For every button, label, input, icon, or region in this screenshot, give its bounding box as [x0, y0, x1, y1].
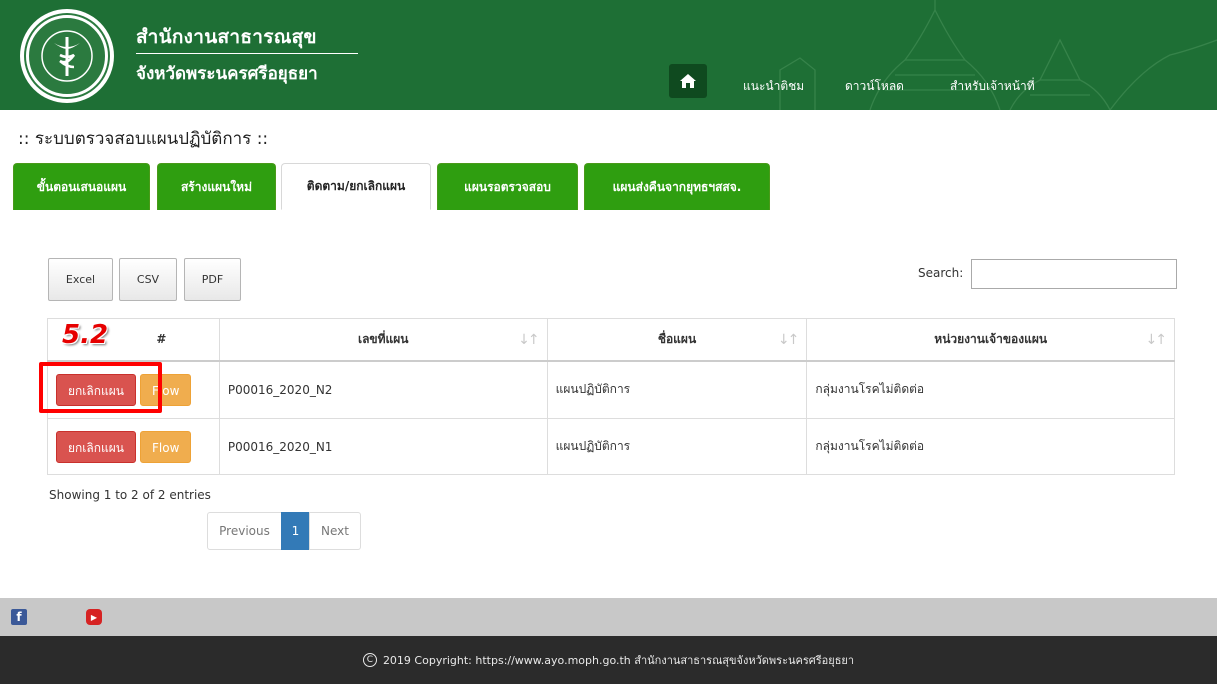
owner-cell: กลุ่มงานโรคไม่ติดต่อ	[806, 418, 1175, 475]
next-page-button[interactable]: Next	[309, 512, 361, 550]
table-info: Showing 1 to 2 of 2 entries	[49, 488, 211, 502]
pdf-button[interactable]: PDF	[184, 258, 241, 301]
sort-icon: ↓↑	[777, 332, 800, 348]
home-icon	[680, 74, 696, 88]
column-header-plan-name-label: ชื่อแผน	[657, 331, 697, 346]
nav-intro-link[interactable]: แนะนำติชม	[743, 77, 804, 96]
page-1-button[interactable]: 1	[281, 512, 310, 550]
site-header: สำนักงานสาธารณสุข จังหวัดพระนครศรีอยุธยา…	[0, 0, 1217, 110]
tab-propose-steps[interactable]: ขั้นตอนเสนอแผน	[13, 163, 150, 210]
footer-text: 2019 Copyright: https://www.ayo.moph.go.…	[382, 654, 855, 667]
nav-staff-link[interactable]: สำหรับเจ้าหน้าที่	[950, 77, 1035, 96]
plan-no-cell: P00016_2020_N2	[218, 360, 548, 419]
org-divider	[136, 53, 358, 54]
sort-icon: ↓↑	[518, 332, 540, 348]
plan-name-cell: แผนปฏิบัติการ	[546, 360, 808, 419]
facebook-icon[interactable]: f	[11, 609, 27, 625]
row-actions-cell: ยกเลิกแผน Flow	[47, 418, 220, 475]
cancel-plan-button[interactable]: ยกเลิกแผน	[56, 430, 136, 463]
column-header-owner-label: หน่วยงานเจ้าของแผน	[934, 331, 1048, 346]
row-actions-cell: ยกเลิกแผน Flow	[47, 360, 220, 419]
table-row: ยกเลิกแผน Flow P00016_2020_N2 แผนปฏิบัติก…	[47, 360, 1175, 419]
page-title: :: ระบบตรวจสอบแผนปฏิบัติการ ::	[18, 129, 269, 149]
plans-table: # เลขที่แผน ↓↑ ชื่อแผน ↓↑ หน่วยงานเจ้าขอ…	[47, 318, 1175, 475]
cancel-plan-button[interactable]: ยกเลิกแผน	[56, 373, 136, 406]
caduceus-icon	[41, 30, 93, 82]
tab-returned-plans[interactable]: แผนส่งคืนจากยุทธฯสสจ.	[584, 163, 770, 210]
plan-no-cell: P00016_2020_N1	[218, 418, 548, 475]
flow-button[interactable]: Flow	[140, 430, 192, 463]
previous-page-button[interactable]: Previous	[207, 512, 282, 550]
table-row: ยกเลิกแผน Flow P00016_2020_N1 แผนปฏิบัติก…	[47, 418, 1175, 475]
sort-icon: ↓↑	[1145, 332, 1168, 348]
tab-create-plan[interactable]: สร้างแผนใหม่	[157, 163, 276, 210]
table-header-row: # เลขที่แผน ↓↑ ชื่อแผน ↓↑ หน่วยงานเจ้าขอ…	[47, 318, 1175, 362]
ministry-logo[interactable]	[20, 9, 114, 103]
excel-button[interactable]: Excel	[48, 258, 113, 301]
search-label: Search:	[918, 266, 964, 280]
column-header-index-label: #	[156, 332, 167, 347]
csv-button[interactable]: CSV	[119, 258, 177, 301]
flow-button[interactable]: Flow	[140, 373, 192, 406]
column-header-plan-no[interactable]: เลขที่แผน ↓↑	[218, 318, 548, 362]
org-province: จังหวัดพระนครศรีอยุธยา	[136, 64, 318, 84]
nav-home-button[interactable]	[669, 64, 707, 98]
nav-download-link[interactable]: ดาวน์โหลด	[845, 77, 904, 96]
column-header-owner[interactable]: หน่วยงานเจ้าของแผน ↓↑	[806, 318, 1175, 362]
plan-name-cell: แผนปฏิบัติการ	[546, 418, 808, 475]
social-bar: f ▶	[0, 598, 1217, 636]
site-footer: C 2019 Copyright: https://www.ayo.moph.g…	[0, 636, 1217, 684]
search-input[interactable]	[971, 259, 1177, 289]
tab-track-cancel[interactable]: ติดตาม/ยกเลิกแผน	[281, 163, 431, 210]
column-header-plan-no-label: เลขที่แผน	[357, 331, 409, 346]
youtube-icon[interactable]: ▶	[86, 609, 102, 625]
org-name: สำนักงานสาธารณสุข	[136, 26, 317, 48]
step-annotation-label: 5.2	[62, 320, 109, 350]
owner-cell: กลุ่มงานโรคไม่ติดต่อ	[806, 360, 1175, 419]
copyright-icon: C	[362, 653, 377, 667]
column-header-plan-name[interactable]: ชื่อแผน ↓↑	[546, 318, 808, 362]
tab-pending-review[interactable]: แผนรอตรวจสอบ	[437, 163, 578, 210]
pagination: Previous 1 Next	[207, 512, 361, 550]
